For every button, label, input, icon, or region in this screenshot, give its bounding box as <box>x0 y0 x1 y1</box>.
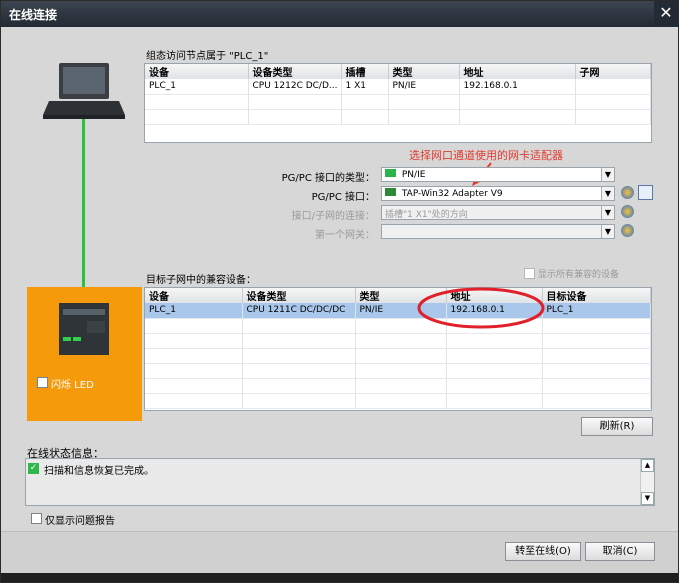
go-online-button[interactable]: 转至在线(O) <box>505 542 581 561</box>
cell: PLC_1 <box>542 303 651 319</box>
status-ok-icon: ✓ <box>28 463 39 474</box>
cell: PN/IE <box>388 79 460 95</box>
col-target-device[interactable]: 目标设备 <box>542 288 651 303</box>
col-device[interactable]: 设备 <box>145 64 249 79</box>
config-caption: 组态访问节点属于 "PLC_1" <box>146 51 269 62</box>
pc-laptop-icon <box>43 63 125 119</box>
plc-device-icon <box>59 303 109 355</box>
status-scrollbar[interactable]: ▲ ▼ <box>640 459 654 505</box>
subnet-conn-label: 接口/子网的连接： <box>291 211 375 222</box>
cell: 192.168.0.1 <box>459 79 576 95</box>
only-problems-label: 仅显示问题报告 <box>45 516 115 527</box>
cell: PLC_1 <box>145 303 243 319</box>
pgpc-if-label: PG/PC 接口： <box>311 192 375 203</box>
table-row <box>145 393 651 409</box>
scroll-down-icon[interactable]: ▼ <box>641 492 654 505</box>
table-row <box>145 363 651 379</box>
pgpc-type-value: PN/IE <box>401 170 426 180</box>
online-connect-dialog: 在线连接 ✕ 闪烁 LED 组态访问节点属于 "PLC_1" 设备 设备类型 插… <box>0 0 679 583</box>
col-device[interactable]: 设备 <box>145 288 243 303</box>
config-table: 设备 设备类型 插槽 类型 地址 子网 PLC_1 CPU 1212C DC/D… <box>144 63 652 143</box>
table-row[interactable]: PLC_1 CPU 1212C DC/D... 1 X1 PN/IE 192.1… <box>145 79 651 95</box>
network-adapter-icon <box>385 188 396 196</box>
pgpc-type-label: PG/PC 接口的类型： <box>281 173 375 184</box>
close-button[interactable]: ✕ <box>654 1 678 25</box>
drop-arrow-icon[interactable]: ▼ <box>601 168 614 181</box>
col-device-type[interactable]: 设备类型 <box>248 64 342 79</box>
col-device-type[interactable]: 设备类型 <box>242 288 356 303</box>
drop-arrow-icon[interactable]: ▼ <box>601 187 614 200</box>
subnet-conn-select[interactable]: 插槽"1 X1"处的方向 ▼ <box>381 205 615 220</box>
pgpc-type-select[interactable]: PN/IE ▼ <box>381 167 615 182</box>
pgpc-if-value: TAP-Win32 Adapter V9 <box>401 189 503 199</box>
zoom-icon[interactable] <box>638 185 653 200</box>
properties-icon[interactable] <box>621 186 634 199</box>
window-title: 在线连接 <box>9 8 58 22</box>
col-slot[interactable]: 插槽 <box>341 64 389 79</box>
flash-led-checkbox[interactable] <box>37 377 48 388</box>
properties-icon[interactable] <box>621 205 634 218</box>
scroll-up-icon[interactable]: ▲ <box>641 459 654 472</box>
cell: PLC_1 <box>145 79 249 95</box>
table-row <box>145 318 651 334</box>
cell: 1 X1 <box>341 79 389 95</box>
col-type[interactable]: 类型 <box>388 64 460 79</box>
gateway-label: 第一个网关： <box>315 230 375 241</box>
only-problems-checkbox[interactable] <box>31 513 42 524</box>
table-row <box>145 94 651 110</box>
table-row <box>145 378 651 394</box>
window-bottom-bar <box>1 573 678 582</box>
config-header-row: 设备 设备类型 插槽 类型 地址 子网 <box>145 64 651 79</box>
subnet-conn-value: 插槽"1 X1"处的方向 <box>385 210 468 220</box>
show-all-checkbox[interactable] <box>524 268 535 279</box>
flash-led-label: 闪烁 LED <box>51 380 94 391</box>
drop-arrow-icon[interactable]: ▼ <box>601 225 614 238</box>
properties-icon[interactable] <box>621 224 634 237</box>
pn-ie-icon <box>385 169 396 177</box>
cell: CPU 1211C DC/DC/DC <box>242 303 356 319</box>
target-caption: 目标子网中的兼容设备： <box>146 275 256 286</box>
cancel-button[interactable]: 取消(C) <box>585 542 655 561</box>
network-link-line <box>82 119 85 289</box>
table-row[interactable]: PLC_1 CPU 1211C DC/DC/DC PN/IE 192.168.0… <box>145 303 651 319</box>
table-row <box>145 109 651 125</box>
highlight-ellipse <box>417 287 545 329</box>
cell <box>575 79 651 95</box>
pgpc-if-select[interactable]: TAP-Win32 Adapter V9 ▼ <box>381 186 615 201</box>
status-panel: ✓ 扫描和信息恢复已完成。 ▲ ▼ <box>25 458 655 506</box>
table-row <box>145 333 651 349</box>
show-all-label: 显示所有兼容的设备 <box>538 270 620 280</box>
target-header-row: 设备 设备类型 类型 地址 目标设备 <box>145 288 651 303</box>
title-bar: 在线连接 <box>1 1 678 27</box>
table-row <box>145 348 651 364</box>
drop-arrow-icon[interactable]: ▼ <box>601 206 614 219</box>
col-subnet[interactable]: 子网 <box>575 64 651 79</box>
target-table: 设备 设备类型 类型 地址 目标设备 PLC_1 CPU 1211C DC/DC… <box>144 287 652 411</box>
status-message: 扫描和信息恢复已完成。 <box>44 466 154 477</box>
gateway-select[interactable]: ▼ <box>381 224 615 239</box>
cell: CPU 1212C DC/D... <box>248 79 342 95</box>
refresh-button[interactable]: 刷新(R) <box>581 417 653 436</box>
col-address[interactable]: 地址 <box>459 64 576 79</box>
